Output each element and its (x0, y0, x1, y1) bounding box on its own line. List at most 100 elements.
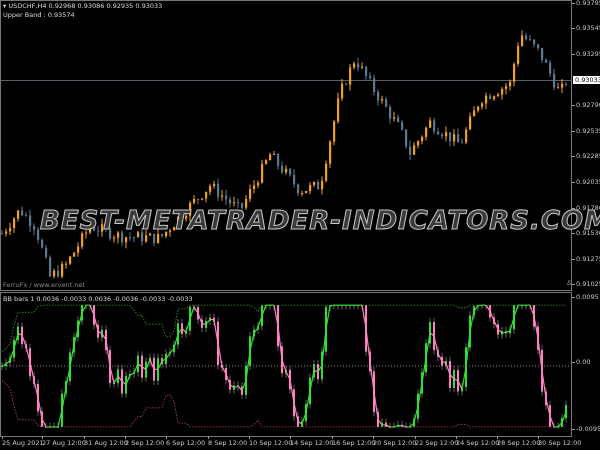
upper-band-line (1, 304, 566, 352)
candle-body (17, 210, 20, 219)
candle-body (337, 98, 340, 122)
candle-body (373, 78, 376, 92)
candle-body (125, 237, 128, 243)
candle-body (305, 190, 308, 193)
candle-body (505, 86, 508, 89)
candle-body (341, 83, 344, 99)
candle-body (113, 237, 116, 239)
candle-body (1, 233, 4, 235)
candle-body (25, 215, 28, 217)
candle-body (409, 146, 412, 155)
time-tick: 31 Aug 12:00 (84, 436, 128, 447)
candle-body (9, 228, 12, 232)
candle-body (457, 134, 460, 143)
price-tick: 0.92535 (572, 127, 600, 135)
candle-body (493, 96, 496, 99)
candle-body (57, 270, 60, 277)
candle-body (365, 66, 368, 76)
candle-body (525, 35, 528, 40)
candle-body (321, 180, 324, 190)
indicator-header: BB bars 1 0.0036 -0.0033 0.0036 -0.0036 … (3, 295, 193, 303)
time-tick: 30 Sep 12:00 (538, 436, 582, 447)
time-tick: 24 Sep 12:00 (456, 436, 500, 447)
candle-body (301, 192, 304, 194)
signal-line-segment (501, 331, 507, 334)
candle-body (249, 189, 252, 199)
candle-body (293, 174, 296, 185)
candle-body (437, 131, 440, 135)
candle-body (361, 66, 364, 68)
symbol-header: ▾ USDCHF,H4 0.92968 0.93086 0.92935 0.93… (3, 2, 163, 10)
candle-body (405, 129, 408, 147)
candle-body (233, 202, 236, 204)
candle-body (309, 184, 312, 191)
mt4-chart-window: BEST-METATRADER-INDICATORS.COM ▾ USDCHF,… (0, 0, 600, 450)
time-tick: 2 Sep 12:00 (125, 436, 165, 447)
candle-body (433, 120, 436, 132)
time-tick: 28 Sep 12:00 (497, 436, 541, 447)
candle-body (225, 195, 228, 200)
candle-body (217, 183, 220, 197)
candle-body (269, 154, 272, 161)
candle-body (393, 117, 396, 119)
candle-body (453, 134, 456, 142)
candle-body (397, 117, 400, 123)
current-price-label: 0.93033 (573, 76, 600, 84)
signal-line-segment (201, 323, 207, 326)
price-tick: 0.91275 (572, 255, 600, 263)
candle-body (21, 210, 24, 216)
candle-body (477, 106, 480, 111)
candle-body (229, 199, 232, 204)
time-tick: 14 Sep 12:00 (290, 436, 334, 447)
candle-body (333, 121, 336, 142)
candle-body (77, 246, 80, 253)
candle-body (565, 83, 568, 85)
price-tick: 0.91025 (572, 280, 600, 288)
candle-body (313, 182, 316, 185)
candle-body (297, 184, 300, 194)
candle-body (537, 44, 540, 49)
candle-body (193, 198, 196, 203)
price-tick: 0.92035 (572, 178, 600, 186)
candle-body (325, 163, 328, 181)
candle-body (37, 229, 40, 240)
candle-body (497, 94, 500, 97)
watermark: BEST-METATRADER-INDICATORS.COM (40, 206, 600, 237)
candle-body (517, 46, 520, 64)
candle-body (369, 75, 372, 79)
candle-body (529, 39, 532, 41)
osc-bar (565, 404, 567, 419)
indicator-tick: 0.0095 (572, 293, 599, 301)
price-tick: 0.92285 (572, 152, 600, 160)
time-tick: 22 Sep 12:00 (415, 436, 459, 447)
candle-body (533, 39, 536, 45)
candle-body (197, 198, 200, 200)
candle-body (501, 88, 504, 95)
time-tick: 8 Sep 12:00 (208, 436, 248, 447)
candle-body (445, 132, 448, 137)
candle-body (509, 81, 512, 87)
candle-body (553, 73, 556, 88)
upper-band-label: Upper Band : 0.93574 (3, 11, 75, 19)
candle-body (349, 67, 352, 85)
candle-body (49, 257, 52, 277)
signal-line-segment (313, 370, 319, 373)
price-tick: 0.92790 (572, 101, 600, 109)
candle-body (61, 264, 64, 277)
candle-body (385, 99, 388, 107)
candle-body (549, 62, 552, 74)
candle-body (69, 256, 72, 264)
candle-body (273, 154, 276, 156)
candle-body (481, 103, 484, 107)
candle-body (317, 182, 320, 190)
candle-body (345, 83, 348, 85)
candle-body (377, 91, 380, 101)
candle-body (429, 120, 432, 128)
candle-body (73, 252, 76, 257)
candle-body (561, 83, 564, 88)
candle-body (329, 141, 332, 164)
candle-body (421, 136, 424, 142)
signal-line-segment (129, 372, 135, 376)
candle-body (33, 226, 36, 230)
candle-body (425, 127, 428, 137)
